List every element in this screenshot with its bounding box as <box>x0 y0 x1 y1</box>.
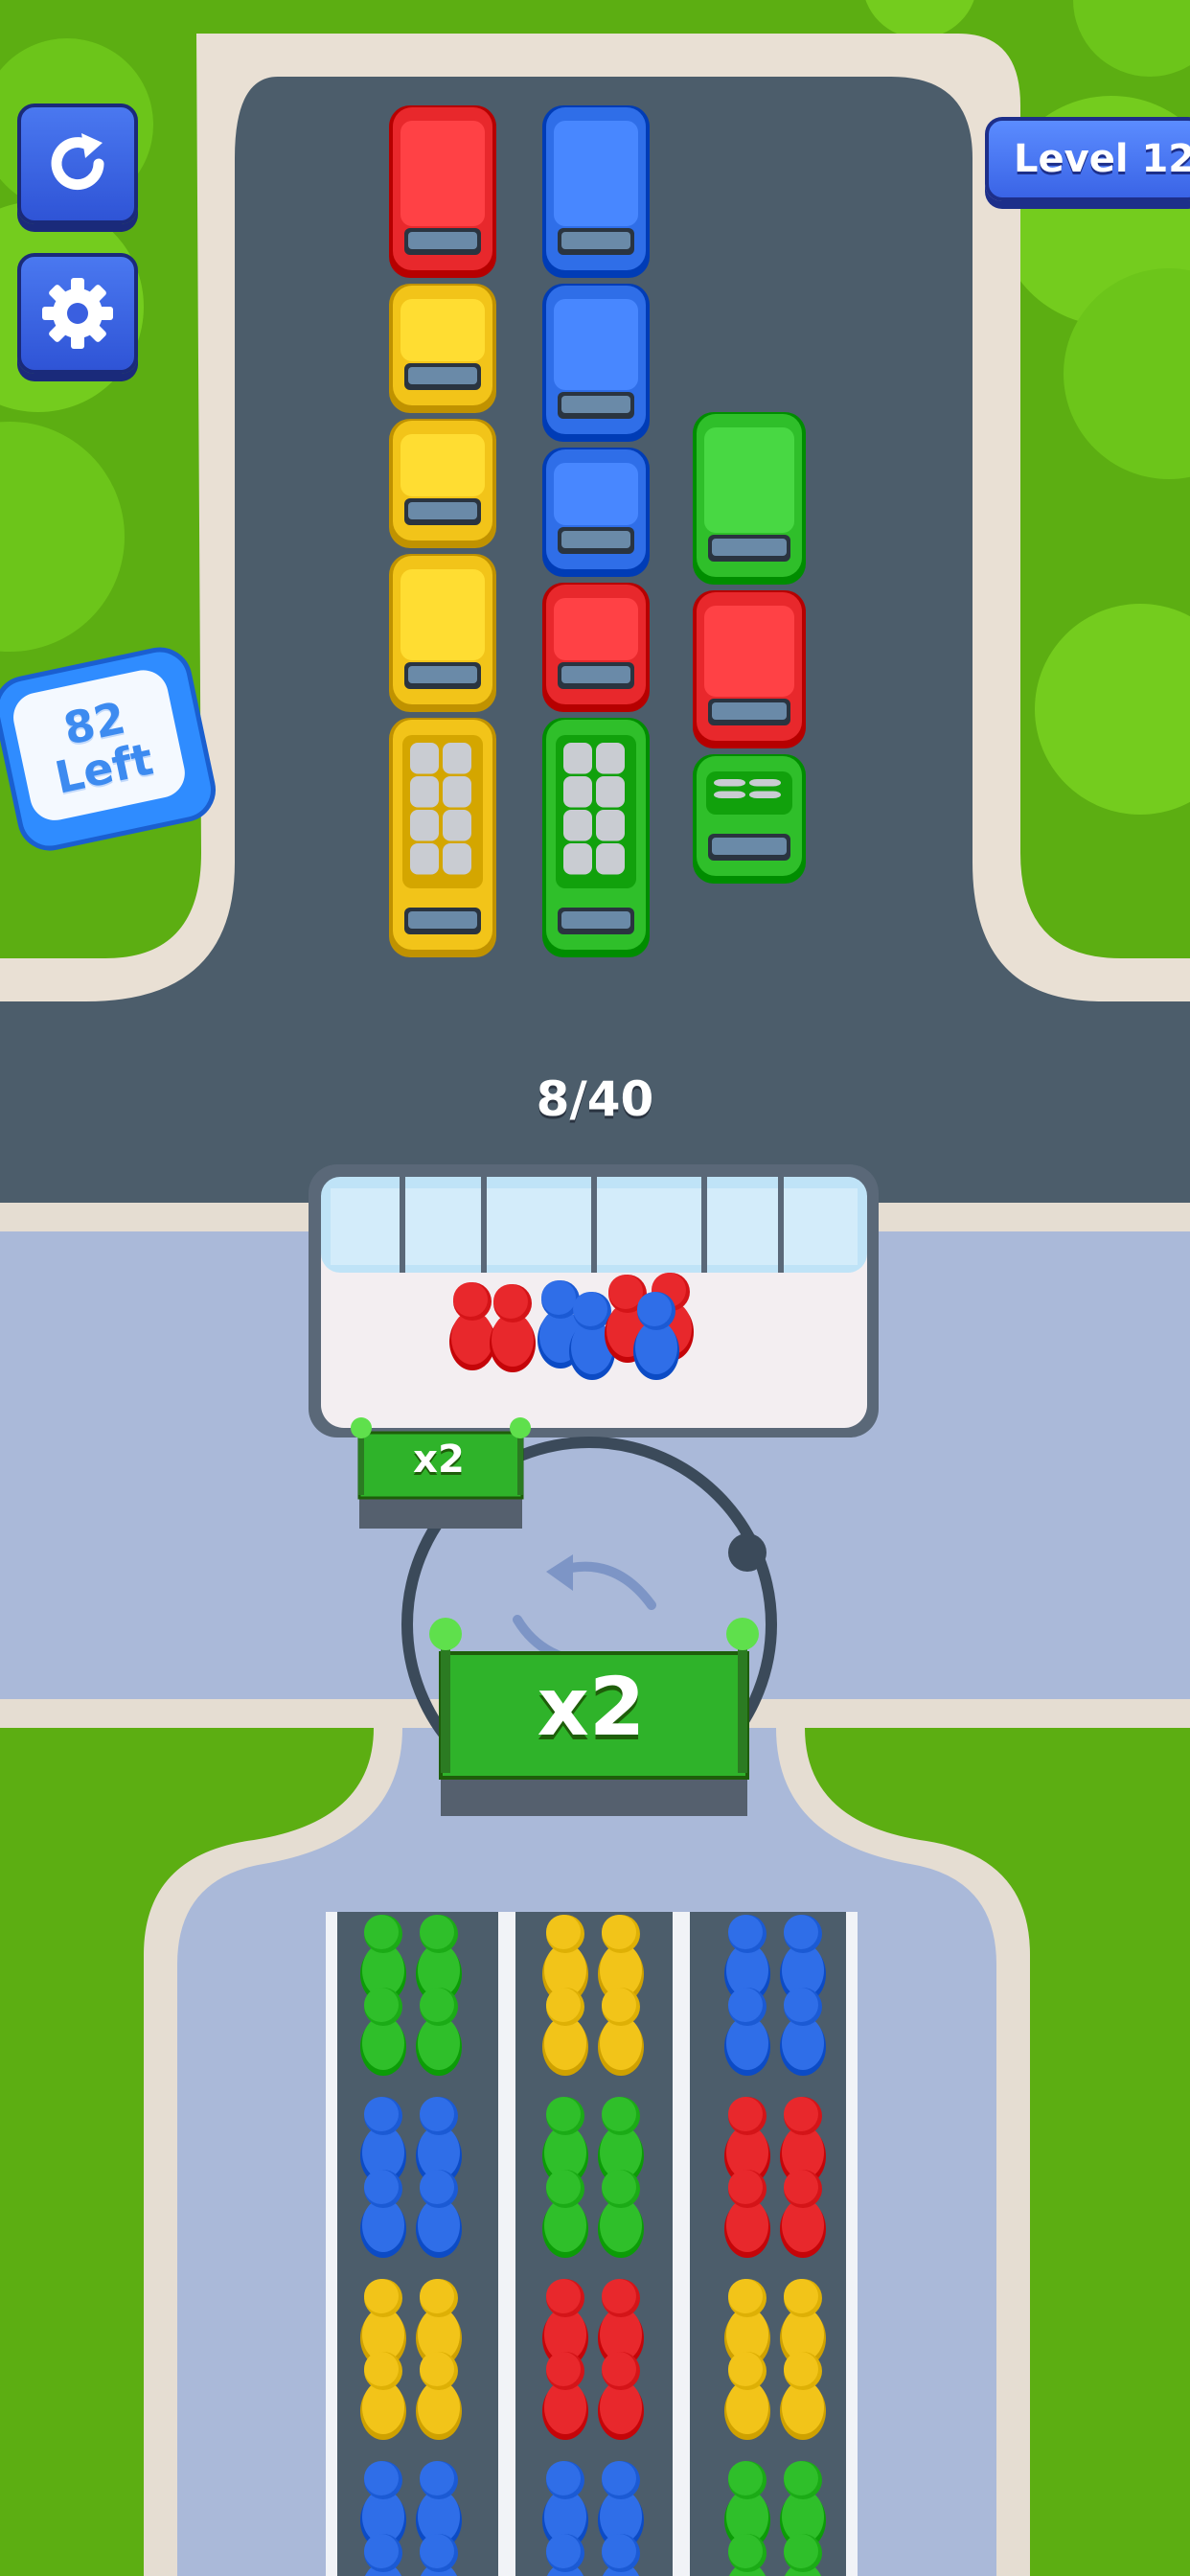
person-figure <box>598 2170 644 2258</box>
person-figure <box>780 1988 826 2076</box>
small-multiplier-label: x2 <box>413 1438 465 1482</box>
vehicle-green-bus[interactable] <box>693 412 806 585</box>
vehicle-yellow-car[interactable] <box>389 419 496 548</box>
person-figure <box>490 1284 536 1372</box>
vehicle-green-car[interactable] <box>693 754 806 884</box>
person-figure <box>598 1988 644 2076</box>
person-figure <box>633 1292 679 1380</box>
restart-icon <box>51 133 104 191</box>
person-figure <box>724 2352 770 2440</box>
person-figure <box>598 2352 644 2440</box>
vehicle-yellow-car[interactable] <box>389 284 496 413</box>
person-figure <box>780 2352 826 2440</box>
person-figure <box>780 2170 826 2258</box>
large-multiplier-label: x2 <box>537 1660 646 1754</box>
person-figure <box>416 2170 462 2258</box>
person-figure <box>360 2352 406 2440</box>
settings-button[interactable] <box>17 253 138 374</box>
vehicle-green-pickup[interactable] <box>542 718 650 957</box>
person-figure <box>416 2352 462 2440</box>
queue-lanes <box>326 1912 858 2576</box>
game-scene <box>0 0 1190 2576</box>
waiting-people <box>449 1273 694 1380</box>
vehicle-yellow-van[interactable] <box>389 554 496 712</box>
person-figure <box>449 1282 495 1370</box>
bus-stop-counter: 8/40 <box>536 1071 654 1127</box>
person-figure <box>542 2352 588 2440</box>
person-figure <box>724 1988 770 2076</box>
restart-button[interactable] <box>17 104 138 224</box>
person-figure <box>360 2170 406 2258</box>
vehicle-red-bus[interactable] <box>389 105 496 278</box>
person-figure <box>360 1988 406 2076</box>
person-figure <box>542 2170 588 2258</box>
person-figure <box>542 1988 588 2076</box>
vehicle-red-car[interactable] <box>542 583 650 712</box>
vehicle-blue-van[interactable] <box>542 284 650 442</box>
level-badge: Level 12 <box>985 117 1190 201</box>
person-figure <box>416 1988 462 2076</box>
gear-icon <box>42 278 113 349</box>
person-figure <box>724 2170 770 2258</box>
vehicle-yellow-pickup[interactable] <box>389 718 496 957</box>
level-label: Level 12 <box>1014 137 1190 181</box>
vehicle-red-van[interactable] <box>693 590 806 748</box>
vehicle-blue-bus[interactable] <box>542 105 650 278</box>
vehicle-blue-car[interactable] <box>542 448 650 577</box>
